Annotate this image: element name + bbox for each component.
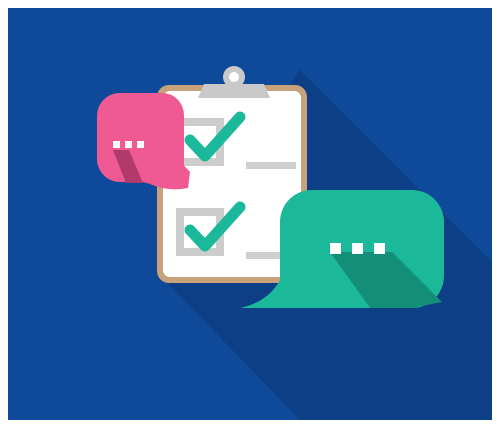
illustration (0, 0, 500, 428)
chat-bubble-icon (96, 93, 190, 190)
text-line (246, 162, 296, 169)
ellipsis-icon (330, 243, 385, 254)
illustration-canvas (0, 0, 500, 428)
ellipsis-icon (113, 141, 144, 148)
